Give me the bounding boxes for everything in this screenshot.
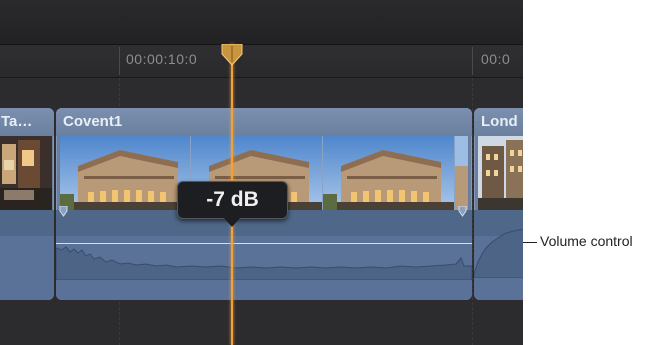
- callout-label: Volume control: [540, 233, 633, 249]
- clip-right[interactable]: Lond: [474, 108, 523, 300]
- clip-title: Lond: [481, 113, 518, 130]
- clip-audio: [0, 210, 54, 300]
- audio-waveform: [474, 228, 523, 278]
- ruler-tick: [472, 47, 473, 75]
- clip-title: Covent1: [63, 113, 123, 130]
- tooltip-pointer: [224, 218, 240, 227]
- clip-title: Ta…: [1, 113, 33, 130]
- clip-header: Ta…: [0, 108, 54, 136]
- timeline-toolbar: [0, 0, 523, 45]
- clip-filmstrip: [0, 136, 52, 210]
- callout-leader-line: [523, 242, 537, 243]
- ruler-tick: [119, 47, 120, 75]
- playhead-marker-icon[interactable]: [220, 44, 244, 66]
- video-frame: [0, 136, 52, 210]
- ruler-timecode: 00:00:10:0: [126, 51, 198, 67]
- clip-audio: [474, 210, 523, 300]
- volume-control-line[interactable]: [56, 243, 472, 244]
- volume-readout-tooltip: -7 dB: [177, 181, 288, 227]
- ruler-timecode: 00:0: [481, 51, 511, 67]
- clip-left[interactable]: Ta…: [0, 108, 54, 300]
- clip-header: Covent1: [56, 108, 472, 136]
- timeline-ruler[interactable]: 00:00:10:0 00:0: [0, 45, 523, 78]
- video-frame: [478, 136, 523, 210]
- clip-audio[interactable]: [56, 210, 472, 300]
- audio-keyframe-icon[interactable]: [458, 206, 467, 217]
- audio-lane: [0, 210, 54, 236]
- clip-filmstrip: [478, 136, 523, 210]
- audio-waveform: [56, 246, 472, 280]
- timeline-editor: 00:00:10:0 00:0 Ta… Covent1 Lond -7 dB: [0, 0, 523, 345]
- video-frame: [60, 136, 191, 210]
- video-frame: [323, 136, 455, 210]
- audio-keyframe-icon[interactable]: [59, 206, 68, 217]
- video-frame: [455, 136, 468, 210]
- volume-readout-value: -7 dB: [206, 188, 259, 211]
- clip-header: Lond: [474, 108, 523, 136]
